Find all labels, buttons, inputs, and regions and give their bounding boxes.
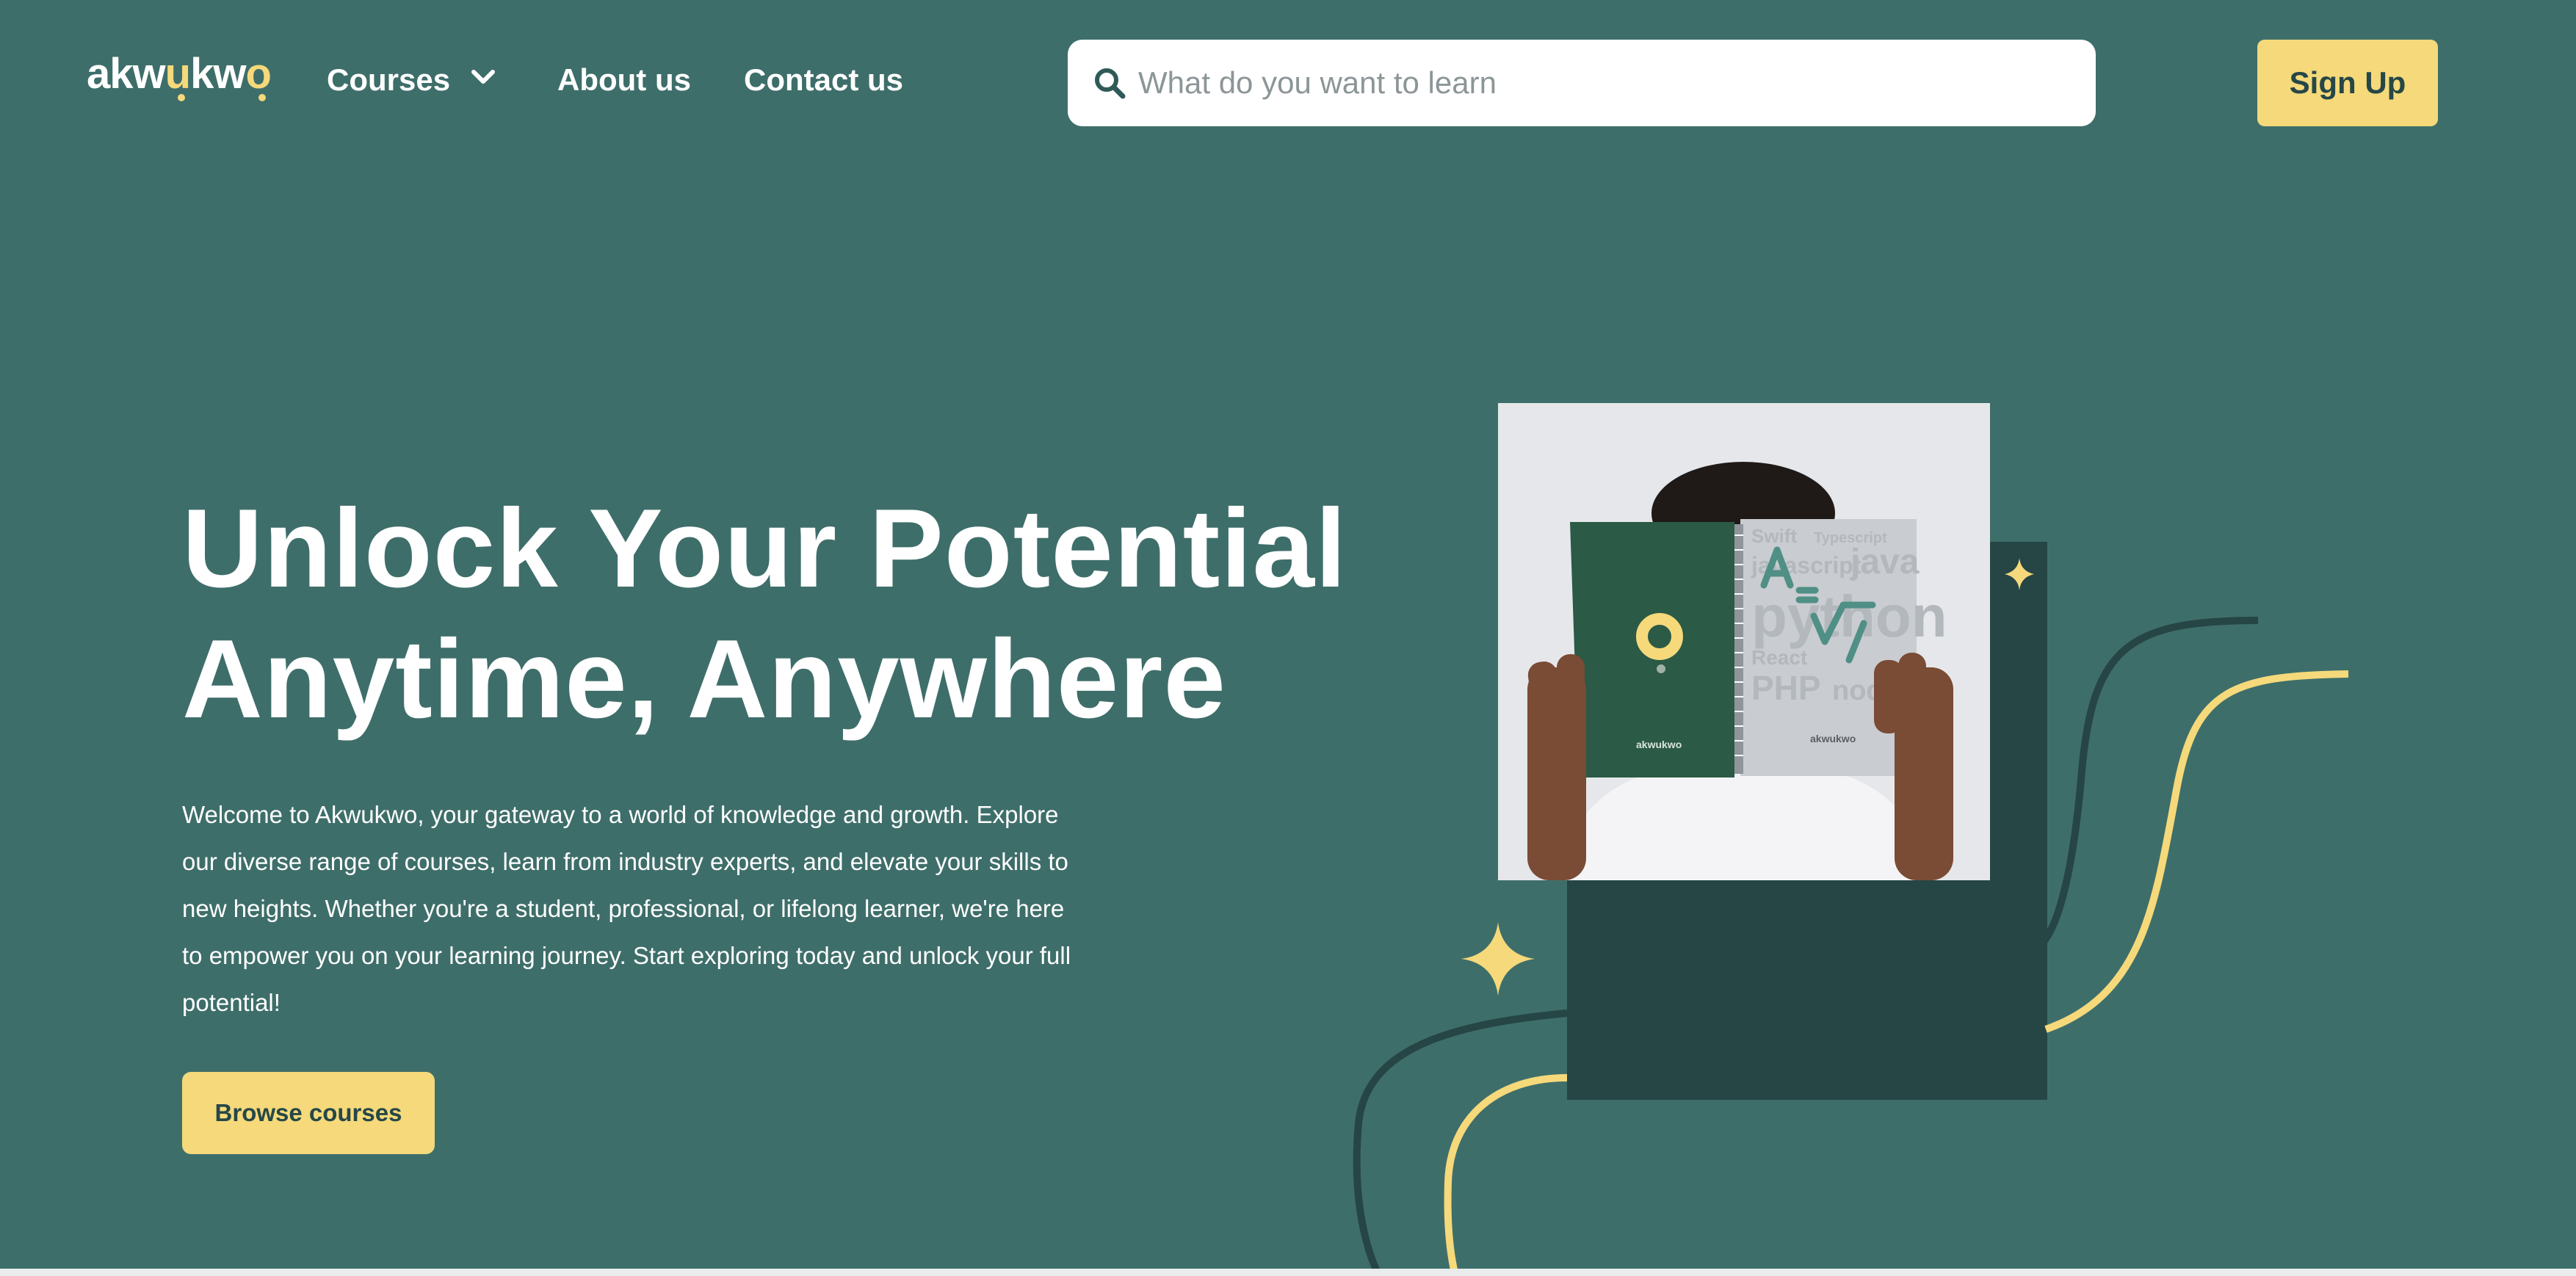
logo-text-part-1: akw: [87, 50, 166, 98]
logo-text-part-4: o: [245, 50, 271, 98]
back-cover-brand: akwukwo: [1810, 733, 1856, 744]
cover-word-python: python: [1751, 584, 1947, 649]
logo-dot-decoration-2: [258, 94, 266, 101]
hero-photo: Swift Typescript javascript java python …: [1498, 403, 1990, 880]
hero-title-line-2: Anytime, Anywhere: [182, 617, 1226, 742]
hero-title-line-1: Unlock Your Potential: [182, 486, 1347, 611]
search-icon: [1095, 68, 1126, 99]
nav-courses-link[interactable]: Courses: [327, 62, 450, 97]
nav-about-link[interactable]: About us: [557, 62, 691, 97]
yellow-swirl-line-lower: [1444, 1074, 1568, 1276]
search-input[interactable]: [1138, 57, 2071, 109]
cover-word-php: PHP: [1751, 669, 1821, 707]
page-bottom-edge: [0, 1269, 2576, 1276]
sign-up-button[interactable]: Sign Up: [2257, 40, 2438, 126]
nav-contact-link[interactable]: Contact us: [744, 62, 903, 97]
logo-text-part-3: kw: [190, 50, 246, 98]
logo-text-part-2: u: [164, 50, 191, 98]
yellow-swirl-line: [2044, 670, 2349, 1033]
brand-logo[interactable]: akwukwo: [87, 50, 272, 98]
front-cover-brand: akwukwo: [1636, 739, 1682, 750]
browse-courses-button[interactable]: Browse courses: [182, 1072, 435, 1154]
dark-swirl-line-lower: [1353, 1009, 1568, 1276]
student-with-book-illustration: Swift Typescript javascript java python …: [1498, 403, 1990, 880]
cover-word-react: React: [1751, 646, 1807, 669]
dark-swirl-line: [2033, 617, 2259, 951]
chevron-down-icon[interactable]: [470, 68, 496, 87]
search-bar[interactable]: [1068, 40, 2096, 126]
sparkle-large-icon: [1461, 922, 1535, 996]
logo-dot-decoration: [178, 94, 185, 101]
cover-word-swift: Swift: [1751, 525, 1797, 547]
hero-description: Welcome to Akwukwo, your gateway to a wo…: [182, 801, 1071, 1016]
hero-title: Unlock Your Potential Anytime, Anywhere: [182, 483, 1357, 744]
cover-word-java: java: [1850, 543, 1920, 581]
